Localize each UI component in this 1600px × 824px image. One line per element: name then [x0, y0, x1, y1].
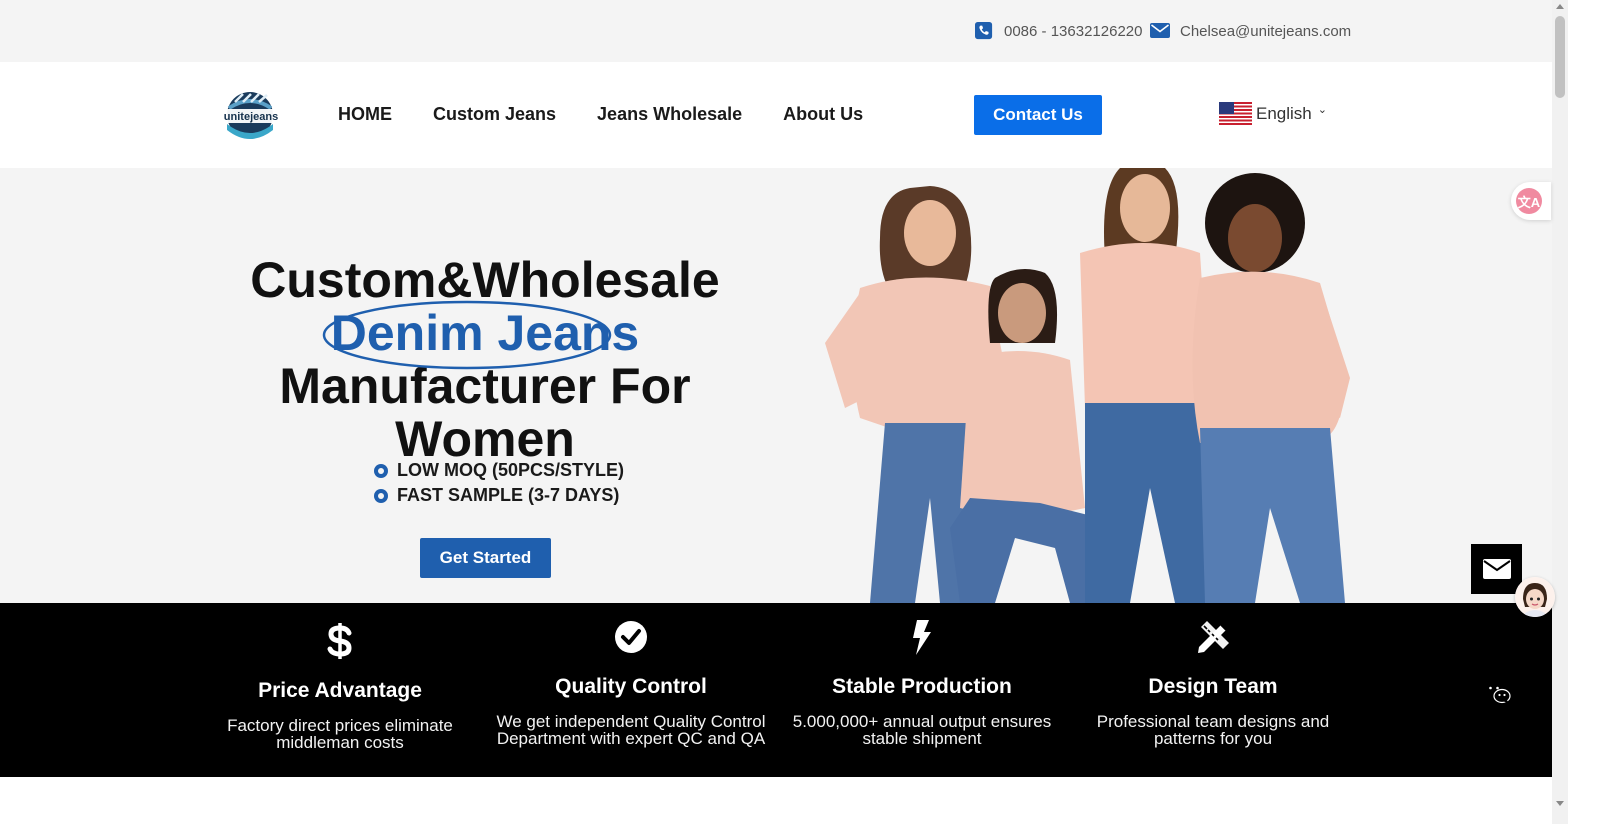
chat-avatar[interactable]	[1515, 577, 1555, 617]
feature-desc: Professional team designs and patterns fo…	[1073, 713, 1353, 747]
feature-desc: Factory direct prices eliminate middleman…	[200, 717, 480, 751]
bullet-item: LOW MOQ (50PCS/STYLE)	[374, 458, 624, 483]
bullet-dot-icon	[374, 463, 388, 478]
get-started-button[interactable]: Get Started	[420, 538, 551, 578]
site-header: unitejeans HOME Custom Jeans Jeans Whole…	[0, 62, 1552, 168]
us-flag-icon	[1219, 102, 1252, 125]
bullet-item: FAST SAMPLE (3-7 DAYS)	[374, 483, 624, 508]
chevron-down-icon: ⌄	[1317, 104, 1327, 116]
feature-desc-line: patterns for you	[1153, 729, 1273, 748]
feature-title: Price Advantage	[258, 679, 422, 702]
top-bar: 0086 - 13632126220 Chelsea@unitejeans.co…	[0, 0, 1552, 62]
language-label[interactable]: English	[1256, 104, 1312, 124]
design-tools-icon	[1198, 621, 1229, 653]
phone-number[interactable]: 0086 - 13632126220	[1004, 23, 1142, 40]
hero-title-line3: Manufacturer For Women	[279, 358, 691, 467]
svg-text:unitejeans: unitejeans	[224, 111, 278, 123]
feature-title: Design Team	[1148, 675, 1278, 698]
hero-bullets: LOW MOQ (50PCS/STYLE) FAST SAMPLE (3-7 D…	[374, 458, 624, 508]
features-band: Price Advantage Factory direct prices el…	[0, 603, 1552, 777]
contact-us-button[interactable]: Contact Us	[974, 95, 1102, 135]
phone-icon	[975, 22, 993, 40]
wechat-icon[interactable]	[1483, 679, 1511, 705]
hero-section: Custom&Wholesale Denim Jeans Manufacture…	[0, 168, 1552, 603]
feature-price-advantage: Price Advantage Factory direct prices el…	[200, 621, 480, 751]
bullet-text: FAST SAMPLE (3-7 DAYS)	[397, 485, 620, 505]
scroll-up-arrow-icon[interactable]	[1556, 4, 1564, 9]
feature-title: Quality Control	[555, 675, 707, 698]
model-figure	[1192, 173, 1350, 603]
vertical-scrollbar[interactable]	[1552, 0, 1568, 824]
whatsapp-icon[interactable]	[1484, 618, 1510, 644]
scroll-down-arrow-icon[interactable]	[1556, 801, 1564, 806]
nav-custom-jeans[interactable]: Custom Jeans	[433, 104, 556, 125]
envelope-icon	[1150, 23, 1170, 38]
dollar-icon	[327, 623, 352, 659]
hero-title-line1: Custom&Wholesale	[250, 252, 720, 308]
bullet-dot-icon	[374, 488, 388, 503]
feature-desc: 5.000,000+ annual output ensures stable s…	[782, 713, 1062, 747]
hero-title-line2-wrap: Denim Jeans	[322, 300, 640, 370]
feature-quality-control: Quality Control We get independent Quali…	[491, 617, 771, 747]
feature-desc-line: stable shipment	[862, 729, 982, 748]
hero-title-line2: Denim Jeans	[330, 305, 640, 361]
scrollbar-thumb[interactable]	[1555, 16, 1565, 98]
nav-home[interactable]: HOME	[338, 104, 392, 125]
feature-desc-line: middleman costs	[276, 733, 404, 752]
translate-widget[interactable]: 文A	[1511, 182, 1551, 220]
feature-desc: We get independent Quality Control Depart…	[491, 713, 771, 747]
nav-jeans-wholesale[interactable]: Jeans Wholesale	[597, 104, 742, 125]
feature-desc-line: Department with expert QC and QA	[496, 729, 766, 748]
top-email[interactable]: Chelsea@unitejeans.com	[1150, 22, 1351, 40]
check-circle-icon	[615, 621, 647, 653]
site-logo[interactable]: unitejeans	[221, 90, 281, 140]
envelope-icon	[1482, 559, 1511, 579]
hero-models-image	[825, 168, 1350, 603]
email-address[interactable]: Chelsea@unitejeans.com	[1180, 23, 1351, 40]
feature-design-team: Design Team Professional team designs an…	[1073, 617, 1353, 747]
top-phone[interactable]: 0086 - 13632126220	[974, 22, 1142, 40]
translate-icon[interactable]: 文A	[1516, 188, 1542, 214]
nav-about-us[interactable]: About Us	[783, 104, 863, 125]
bullet-text: LOW MOQ (50PCS/STYLE)	[397, 460, 625, 480]
feature-title: Stable Production	[832, 675, 1012, 698]
floating-mail-button[interactable]	[1471, 544, 1522, 594]
support-agent-avatar-icon	[1515, 577, 1555, 617]
language-selector[interactable]: English ⌄	[1219, 102, 1327, 125]
main-nav: HOME Custom Jeans Jeans Wholesale About …	[338, 104, 863, 125]
feature-stable-production: Stable Production 5.000,000+ annual outp…	[782, 617, 1062, 747]
bolt-icon	[913, 620, 931, 655]
page-bottom	[0, 777, 1552, 824]
hero-title: Custom&Wholesale Denim Jeans Manufacture…	[185, 254, 785, 466]
